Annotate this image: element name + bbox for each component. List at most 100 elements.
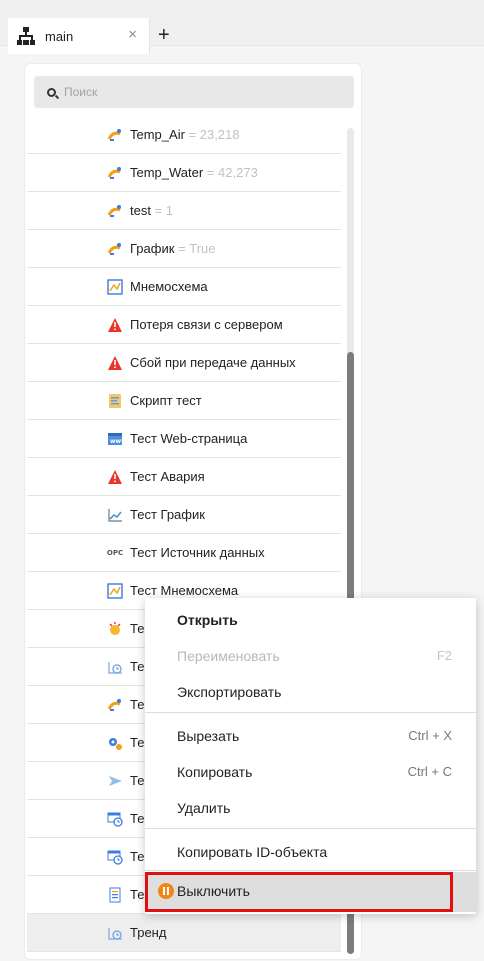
item-name: Потеря связи с сервером	[130, 317, 283, 332]
trend-icon	[107, 659, 123, 675]
schedule-icon	[107, 849, 123, 865]
list-item[interactable]: Потеря связи с сервером	[27, 306, 341, 344]
list-item-label: График = True	[130, 241, 216, 256]
svg-text:www: www	[110, 438, 123, 445]
search-placeholder: Поиск	[64, 85, 98, 99]
list-item-label: Те	[130, 659, 144, 674]
opc-icon: OPC	[106, 549, 124, 557]
list-item-label: Тест Источник данных	[130, 545, 265, 560]
menu-item-export[interactable]: Экспортировать	[145, 676, 476, 708]
alarm-icon	[107, 469, 123, 485]
variable-icon	[107, 165, 123, 181]
list-item[interactable]: Мнемосхема	[27, 268, 341, 306]
menu-copy-label: Копировать	[177, 764, 253, 780]
list-item-label: Тест Web-страница	[130, 431, 247, 446]
menu-rename-label: Переименовать	[177, 648, 280, 664]
menu-item-open[interactable]: Открыть	[145, 604, 476, 636]
list-item[interactable]: Скрипт тест	[27, 382, 341, 420]
item-name: Сбой при передаче данных	[130, 355, 296, 370]
menu-item-delete[interactable]: Удалить	[145, 792, 476, 824]
item-name: Тест График	[130, 507, 205, 522]
highlight-box	[145, 872, 453, 912]
item-name: Те	[130, 887, 145, 902]
list-item[interactable]: www Тест Web-страница	[27, 420, 341, 458]
script-icon	[107, 393, 123, 409]
gear-icon	[107, 735, 123, 751]
hierarchy-icon	[17, 27, 35, 45]
menu-rename-shortcut: F2	[436, 648, 452, 663]
item-name: Тест Авария	[130, 469, 205, 484]
send-icon	[107, 773, 123, 789]
list-item[interactable]: test = 1	[27, 192, 341, 230]
add-tab-button[interactable]: +	[158, 25, 170, 45]
list-item-label: test = 1	[130, 203, 173, 218]
item-name: Тест Web-страница	[130, 431, 248, 446]
list-item[interactable]: Тренд	[27, 914, 341, 952]
alarm-icon	[107, 317, 123, 333]
list-item-label: Temp_Water = 42,273	[130, 165, 258, 180]
list-item[interactable]: График = True	[27, 230, 341, 268]
item-name: Тест Мнемосхема	[130, 583, 239, 598]
list-item[interactable]: Temp_Water = 42,273	[27, 154, 341, 192]
alarm-icon	[107, 355, 123, 371]
list-item-label: Тест Мнемосхема	[130, 583, 238, 598]
item-name: Мнемосхема	[130, 279, 208, 294]
schedule-icon	[107, 811, 123, 827]
trend-icon	[107, 925, 123, 941]
list-item-label: Те	[130, 773, 144, 788]
list-item[interactable]: Тест График	[27, 496, 341, 534]
list-item-label: Те	[130, 735, 144, 750]
item-name: Тренд	[130, 925, 167, 940]
variable-icon	[107, 127, 123, 143]
variable-icon	[107, 203, 123, 219]
item-name: Скрипт тест	[130, 393, 202, 408]
item-name: Те	[130, 697, 145, 712]
mnemoscheme-icon	[107, 583, 123, 599]
menu-item-rename: Переименовать F2	[145, 640, 476, 672]
item-value: = 23,218	[184, 127, 240, 142]
list-item-label: Те	[130, 887, 144, 902]
list-item-label: Те	[130, 697, 144, 712]
menu-separator	[145, 712, 476, 713]
menu-copy-shortcut: Ctrl + C	[407, 764, 452, 779]
menu-export-label: Экспортировать	[177, 684, 282, 700]
list-item[interactable]: Тест Авария	[27, 458, 341, 496]
item-value: = 42,273	[203, 165, 258, 180]
item-name: Те	[130, 659, 145, 674]
menu-item-copy[interactable]: Копировать Ctrl + C	[145, 756, 476, 788]
list-item-label: Мнемосхема	[130, 279, 208, 294]
menu-cut-label: Вырезать	[177, 728, 240, 744]
tab-main[interactable]: main ×	[8, 18, 150, 54]
list-item-label: Потеря связи с сервером	[130, 317, 283, 332]
menu-separator	[145, 870, 476, 871]
list-item[interactable]: Сбой при передаче данных	[27, 344, 341, 382]
list-item[interactable]: OPC Тест Источник данных	[27, 534, 341, 572]
list-item-label: Те	[130, 621, 144, 636]
list-item[interactable]: Temp_Air = 23,218	[27, 116, 341, 154]
item-value: = True	[174, 241, 216, 256]
list-item-label: Тренд	[130, 925, 166, 940]
tab-label: main	[45, 28, 74, 44]
menu-separator	[145, 828, 476, 829]
alert-icon	[107, 621, 123, 637]
item-name: График	[130, 241, 175, 256]
context-menu: Открыть Переименовать F2 Экспортировать …	[145, 598, 476, 914]
list-item-label: Тест График	[130, 507, 205, 522]
list-item-label: Сбой при передаче данных	[130, 355, 296, 370]
menu-item-copy-id[interactable]: Копировать ID-объекта	[145, 836, 476, 868]
item-name: Те	[130, 773, 145, 788]
close-icon[interactable]: ×	[128, 27, 137, 43]
item-name: test	[130, 203, 151, 218]
list-item-label: Те	[130, 811, 144, 826]
list-item-label: Те	[130, 849, 144, 864]
menu-open-label: Открыть	[177, 612, 238, 628]
search-input[interactable]: Поиск	[34, 76, 354, 108]
report-icon	[107, 887, 123, 903]
top-strip	[0, 0, 484, 8]
item-name: Те	[130, 735, 145, 750]
menu-item-cut[interactable]: Вырезать Ctrl + X	[145, 720, 476, 752]
item-name: Temp_Water	[130, 165, 204, 180]
chart-icon	[107, 507, 123, 523]
list-item-label: Тест Авария	[130, 469, 205, 484]
tab-bar: main × +	[0, 8, 484, 54]
